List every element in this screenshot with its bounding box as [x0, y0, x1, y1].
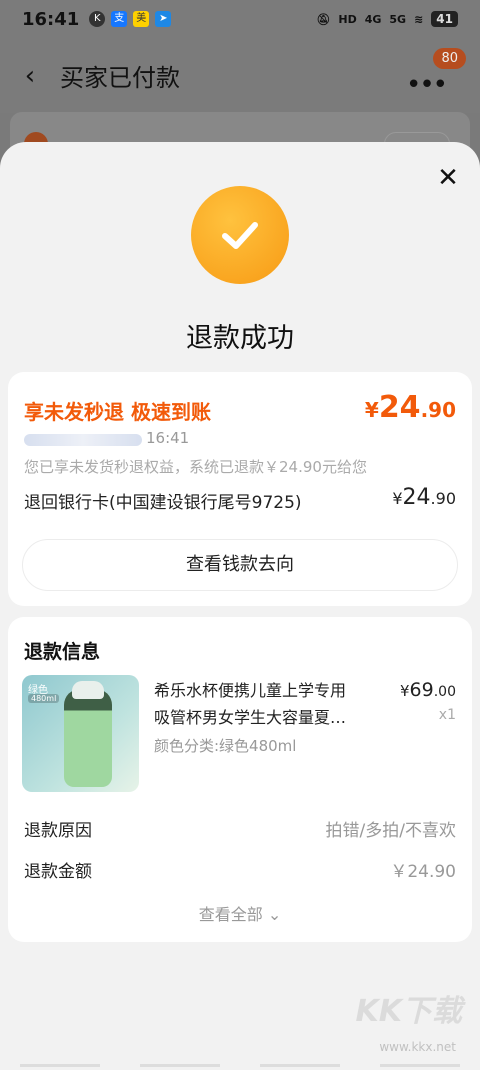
product-quantity: x1 — [438, 707, 456, 723]
currency-symbol: ¥ — [400, 682, 410, 700]
notification-badge: 80 — [433, 48, 466, 69]
view-all-button[interactable]: 查看全部 ⌄ — [8, 901, 472, 925]
app-meituan-icon: 美 — [133, 11, 150, 27]
status-app-icons: K 支 美 ➤ — [89, 11, 172, 27]
mute-icon: 🔕︎ — [316, 12, 331, 26]
view-all-label: 查看全部 — [198, 905, 263, 924]
close-icon[interactable]: ✕ — [434, 164, 462, 192]
product-name-line2: 吸管杯男女学生大容量夏… — [154, 708, 347, 727]
product-image[interactable]: 绿色 480ml — [22, 675, 139, 792]
product-image-size-tag: 480ml — [28, 694, 60, 703]
status-bar: 16:41 K 支 美 ➤ 🔕︎ HD 4G 5G ≋ 41 — [0, 0, 480, 38]
currency-symbol: ¥ — [392, 489, 403, 508]
success-circle — [191, 186, 289, 284]
signal-5g-icon: 5G — [389, 12, 407, 26]
bank-amount: ¥24.90 — [392, 485, 456, 510]
checkmark-icon — [222, 222, 258, 249]
refund-reason-value: 拍错/多拍/不喜欢 — [325, 821, 456, 841]
product-name[interactable]: 希乐水杯便携儿童上学专用 吸管杯男女学生大容量夏… — [154, 677, 376, 731]
refund-reason-label: 退款原因 — [24, 821, 92, 841]
page-title: 买家已付款 — [60, 64, 180, 92]
watermark-logo: KK下载 — [355, 994, 463, 1029]
price-decimal: .00 — [433, 684, 456, 700]
promo-title: 享未发秒退 极速到账 — [24, 400, 211, 424]
app-k-icon: K — [89, 11, 106, 27]
wifi-icon: ≋ — [414, 12, 424, 26]
more-icon[interactable]: ••• — [406, 70, 448, 100]
refund-amount: ¥24.90 — [365, 390, 456, 425]
app-navigation-icon: ➤ — [155, 11, 172, 27]
success-title: 退款成功 — [186, 323, 294, 354]
refund-success-sheet: ✕ 退款成功 享未发秒退 极速到账 ¥24.90 16:41 您已享未发货秒退权… — [0, 142, 480, 1070]
chevron-down-icon: ⌄ — [262, 905, 282, 924]
signal-4g-icon: 4G — [364, 12, 382, 26]
page-header: ‹ 买家已付款 ••• 80 — [0, 38, 480, 113]
price-integer: 69 — [409, 679, 434, 701]
refund-note: 您已享未发货秒退权益，系统已退款￥24.90元给您 — [24, 458, 367, 476]
refund-info-card: 退款信息 绿色 480ml 希乐水杯便携儿童上学专用 吸管杯男女学生大容量夏… … — [8, 617, 472, 942]
product-price: ¥69.00 — [400, 679, 456, 701]
back-arrow-icon[interactable]: ‹ — [0, 61, 60, 91]
bottle-graphic — [64, 689, 112, 787]
amount-integer: 24 — [378, 390, 421, 425]
blurred-name — [24, 434, 142, 446]
refund-summary-card: 享未发秒退 极速到账 ¥24.90 16:41 您已享未发货秒退权益，系统已退款… — [8, 372, 472, 606]
watermark-url: www.kkx.net — [379, 1040, 456, 1054]
refund-amount-label: 退款金额 — [24, 862, 92, 882]
view-money-trace-button[interactable]: 查看钱款去向 — [22, 539, 458, 591]
product-spec: 颜色分类:绿色480ml — [154, 737, 297, 755]
refund-amount-value: ￥24.90 — [390, 862, 456, 882]
refund-time: 16:41 — [146, 429, 190, 447]
refund-info-title: 退款信息 — [24, 641, 101, 663]
amount-decimal: .90 — [430, 489, 456, 508]
status-indicators: 🔕︎ HD 4G 5G ≋ 41 — [316, 11, 458, 27]
status-time: 16:41 — [22, 8, 80, 30]
amount-decimal: .90 — [420, 398, 456, 422]
bottle-cap-graphic — [72, 681, 104, 699]
amount-integer: 24 — [402, 485, 431, 510]
bottom-nav-hint — [0, 1064, 480, 1070]
product-name-line1: 希乐水杯便携儿童上学专用 — [154, 681, 347, 700]
bank-card-line: 退回银行卡(中国建设银行尾号9725) — [24, 493, 302, 513]
battery-icon: 41 — [431, 11, 458, 27]
currency-symbol: ¥ — [364, 398, 379, 422]
app-alipay-icon: 支 — [111, 11, 128, 27]
signal-hd-icon: HD — [338, 12, 357, 26]
